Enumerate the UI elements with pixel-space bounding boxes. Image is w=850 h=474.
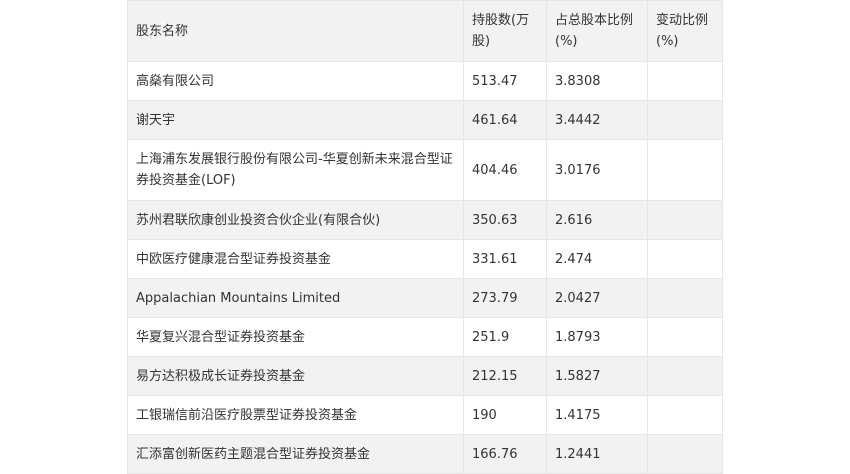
- cell-shares: 404.46: [463, 139, 547, 201]
- header-change-ratio: 变动比例(%): [647, 0, 723, 62]
- cell-shares: 166.76: [463, 434, 547, 474]
- table-row: 苏州君联欣康创业投资合伙企业(有限合伙) 350.63 2.616: [127, 200, 723, 240]
- table-row: 易方达积极成长证券投资基金 212.15 1.5827: [127, 356, 723, 396]
- cell-shares: 513.47: [463, 61, 547, 101]
- cell-shareholder-name: 工银瑞信前沿医疗股票型证券投资基金: [127, 395, 464, 435]
- table-header: 股东名称 持股数(万股) 占总股本比例(%) 变动比例(%): [127, 0, 723, 62]
- cell-shareholder-name: Appalachian Mountains Limited: [127, 278, 464, 318]
- cell-change-ratio: [647, 100, 723, 140]
- cell-shares: 212.15: [463, 356, 547, 396]
- cell-change-ratio: [647, 139, 723, 201]
- shareholders-table-container: 股东名称 持股数(万股) 占总股本比例(%) 变动比例(%) 高燊有限公司 51…: [127, 0, 723, 474]
- shareholders-table: 股东名称 持股数(万股) 占总股本比例(%) 变动比例(%) 高燊有限公司 51…: [127, 0, 723, 474]
- cell-shareholder-name: 高燊有限公司: [127, 61, 464, 101]
- cell-share-ratio: 2.474: [546, 239, 648, 279]
- cell-change-ratio: [647, 395, 723, 435]
- cell-shareholder-name: 汇添富创新医药主题混合型证券投资基金: [127, 434, 464, 474]
- table-row: 谢天宇 461.64 3.4442: [127, 100, 723, 140]
- cell-change-ratio: [647, 278, 723, 318]
- table-row: 高燊有限公司 513.47 3.8308: [127, 61, 723, 101]
- table-row: 汇添富创新医药主题混合型证券投资基金 166.76 1.2441: [127, 434, 723, 474]
- cell-change-ratio: [647, 200, 723, 240]
- cell-share-ratio: 1.8793: [546, 317, 648, 357]
- table-row: 上海浦东发展银行股份有限公司-华夏创新未来混合型证券投资基金(LOF) 404.…: [127, 139, 723, 201]
- cell-share-ratio: 1.5827: [546, 356, 648, 396]
- cell-share-ratio: 2.616: [546, 200, 648, 240]
- cell-shares: 190: [463, 395, 547, 435]
- cell-shareholder-name: 谢天宇: [127, 100, 464, 140]
- cell-share-ratio: 3.8308: [546, 61, 648, 101]
- cell-change-ratio: [647, 317, 723, 357]
- table-row: 工银瑞信前沿医疗股票型证券投资基金 190 1.4175: [127, 395, 723, 435]
- cell-shareholder-name: 上海浦东发展银行股份有限公司-华夏创新未来混合型证券投资基金(LOF): [127, 139, 464, 201]
- cell-shares: 461.64: [463, 100, 547, 140]
- cell-shareholder-name: 中欧医疗健康混合型证券投资基金: [127, 239, 464, 279]
- cell-change-ratio: [647, 434, 723, 474]
- table-body: 高燊有限公司 513.47 3.8308 谢天宇 461.64 3.4442 上…: [127, 61, 723, 474]
- cell-shares: 273.79: [463, 278, 547, 318]
- cell-change-ratio: [647, 61, 723, 101]
- cell-share-ratio: 1.2441: [546, 434, 648, 474]
- header-shares: 持股数(万股): [463, 0, 547, 62]
- header-row: 股东名称 持股数(万股) 占总股本比例(%) 变动比例(%): [127, 0, 723, 62]
- cell-share-ratio: 3.4442: [546, 100, 648, 140]
- cell-change-ratio: [647, 239, 723, 279]
- header-share-ratio: 占总股本比例(%): [546, 0, 648, 62]
- cell-change-ratio: [647, 356, 723, 396]
- cell-shareholder-name: 华夏复兴混合型证券投资基金: [127, 317, 464, 357]
- cell-share-ratio: 2.0427: [546, 278, 648, 318]
- cell-shares: 331.61: [463, 239, 547, 279]
- table-row: 华夏复兴混合型证券投资基金 251.9 1.8793: [127, 317, 723, 357]
- cell-shareholder-name: 苏州君联欣康创业投资合伙企业(有限合伙): [127, 200, 464, 240]
- cell-shares: 350.63: [463, 200, 547, 240]
- table-row: 中欧医疗健康混合型证券投资基金 331.61 2.474: [127, 239, 723, 279]
- table-row: Appalachian Mountains Limited 273.79 2.0…: [127, 278, 723, 318]
- cell-shares: 251.9: [463, 317, 547, 357]
- cell-share-ratio: 3.0176: [546, 139, 648, 201]
- cell-share-ratio: 1.4175: [546, 395, 648, 435]
- cell-shareholder-name: 易方达积极成长证券投资基金: [127, 356, 464, 396]
- header-shareholder-name: 股东名称: [127, 0, 464, 62]
